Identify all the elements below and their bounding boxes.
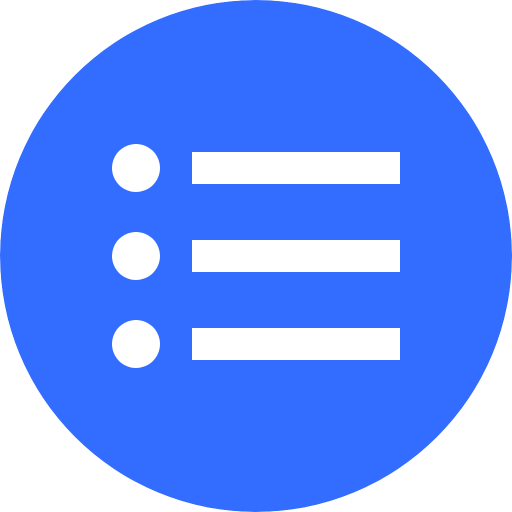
list-icon[interactable] — [0, 0, 512, 512]
list-row-1-bar — [192, 152, 400, 184]
list-row-1-bullet — [112, 144, 160, 192]
list-row-2-bar — [192, 240, 400, 272]
list-row-3-bullet — [112, 320, 160, 368]
list-row-3-bar — [192, 328, 400, 360]
list-icon-graphic — [0, 0, 512, 512]
list-rows — [112, 144, 400, 368]
app-icon-canvas — [0, 0, 512, 512]
list-row-2-bullet — [112, 232, 160, 280]
